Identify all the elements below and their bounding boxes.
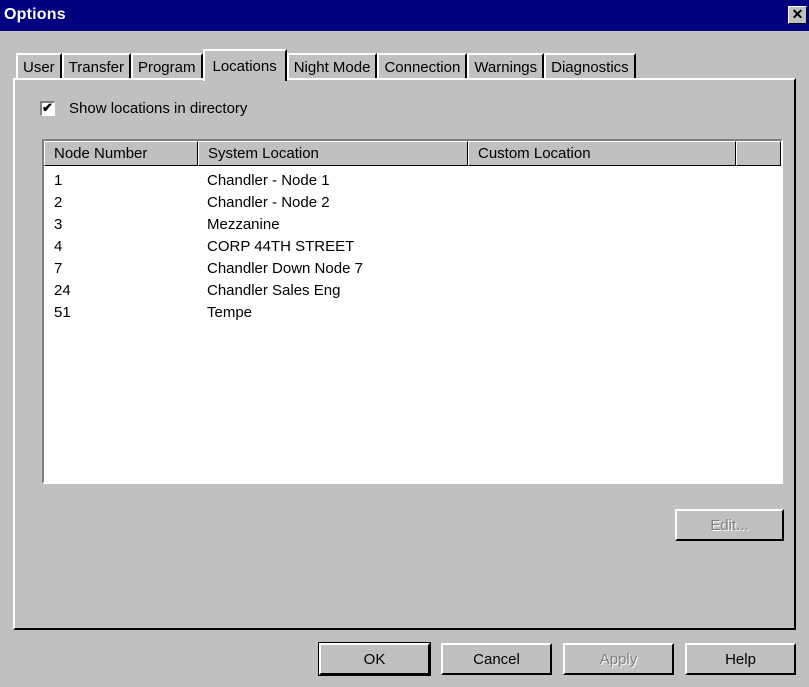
- window-title: Options: [4, 6, 66, 23]
- node-number: 4: [54, 238, 63, 255]
- node-number: 1: [54, 172, 63, 189]
- ok-button[interactable]: OK: [318, 642, 431, 676]
- checkmark-icon: ✔: [42, 100, 53, 115]
- show-locations-label[interactable]: Show locations in directory: [69, 100, 247, 117]
- list-item[interactable]: 4 CORP 44TH STREET: [44, 236, 736, 258]
- tab-warnings[interactable]: Warnings: [467, 53, 545, 79]
- apply-button[interactable]: Apply: [563, 643, 674, 675]
- custom-location: [468, 302, 736, 324]
- title-bar: Options ✕: [0, 0, 809, 31]
- tab-night-mode[interactable]: Night Mode: [286, 53, 378, 79]
- show-locations-option[interactable]: ✔ Show locations in directory: [40, 100, 247, 117]
- tab-strip: User Transfer Program Locations Night Mo…: [16, 47, 636, 81]
- system-location: Mezzanine: [207, 216, 280, 233]
- system-location: Chandler - Node 1: [207, 172, 330, 189]
- cancel-button[interactable]: Cancel: [441, 643, 552, 675]
- system-location: Tempe: [207, 304, 253, 321]
- tab-user[interactable]: User: [16, 53, 62, 79]
- node-number: 7: [54, 260, 63, 277]
- tab-program[interactable]: Program: [130, 53, 203, 79]
- help-button[interactable]: Help: [685, 643, 796, 675]
- node-number: 3: [54, 216, 63, 233]
- list-item[interactable]: 24 Chandler Sales Eng: [44, 280, 736, 302]
- list-body: 1 Chandler - Node 1 2 Chandler - Node 2 …: [44, 170, 736, 324]
- column-custom-location[interactable]: Custom Location: [468, 141, 736, 166]
- list-item[interactable]: 3 Mezzanine: [44, 214, 736, 236]
- system-location: Chandler Down Node 7: [207, 260, 363, 277]
- system-location: CORP 44TH STREET: [207, 238, 355, 255]
- column-system-location[interactable]: System Location: [198, 141, 468, 166]
- tab-transfer[interactable]: Transfer: [61, 53, 131, 79]
- close-icon[interactable]: ✕: [788, 6, 807, 24]
- show-locations-checkbox[interactable]: ✔: [40, 100, 55, 116]
- custom-location: [468, 170, 736, 192]
- node-number: 51: [54, 304, 71, 321]
- tab-connection[interactable]: Connection: [377, 53, 468, 79]
- system-location: Chandler - Node 2: [207, 194, 330, 211]
- custom-location: [468, 236, 736, 258]
- list-item[interactable]: 7 Chandler Down Node 7: [44, 258, 736, 280]
- list-header: Node Number System Location Custom Locat…: [44, 141, 781, 166]
- custom-location: [468, 192, 736, 214]
- custom-location: [468, 258, 736, 280]
- edit-button[interactable]: Edit...: [675, 509, 784, 541]
- list-item[interactable]: 2 Chandler - Node 2: [44, 192, 736, 214]
- column-filler: [736, 141, 781, 166]
- locations-list[interactable]: Node Number System Location Custom Locat…: [42, 139, 783, 484]
- tab-locations[interactable]: Locations: [202, 49, 287, 81]
- system-location: Chandler Sales Eng: [207, 282, 341, 299]
- node-number: 24: [54, 282, 71, 299]
- list-item[interactable]: 1 Chandler - Node 1: [44, 170, 736, 192]
- custom-location: [468, 280, 736, 302]
- node-number: 2: [54, 194, 63, 211]
- list-item[interactable]: 51 Tempe: [44, 302, 736, 324]
- column-node-number[interactable]: Node Number: [44, 141, 198, 166]
- custom-location: [468, 214, 736, 236]
- tab-diagnostics[interactable]: Diagnostics: [544, 53, 636, 79]
